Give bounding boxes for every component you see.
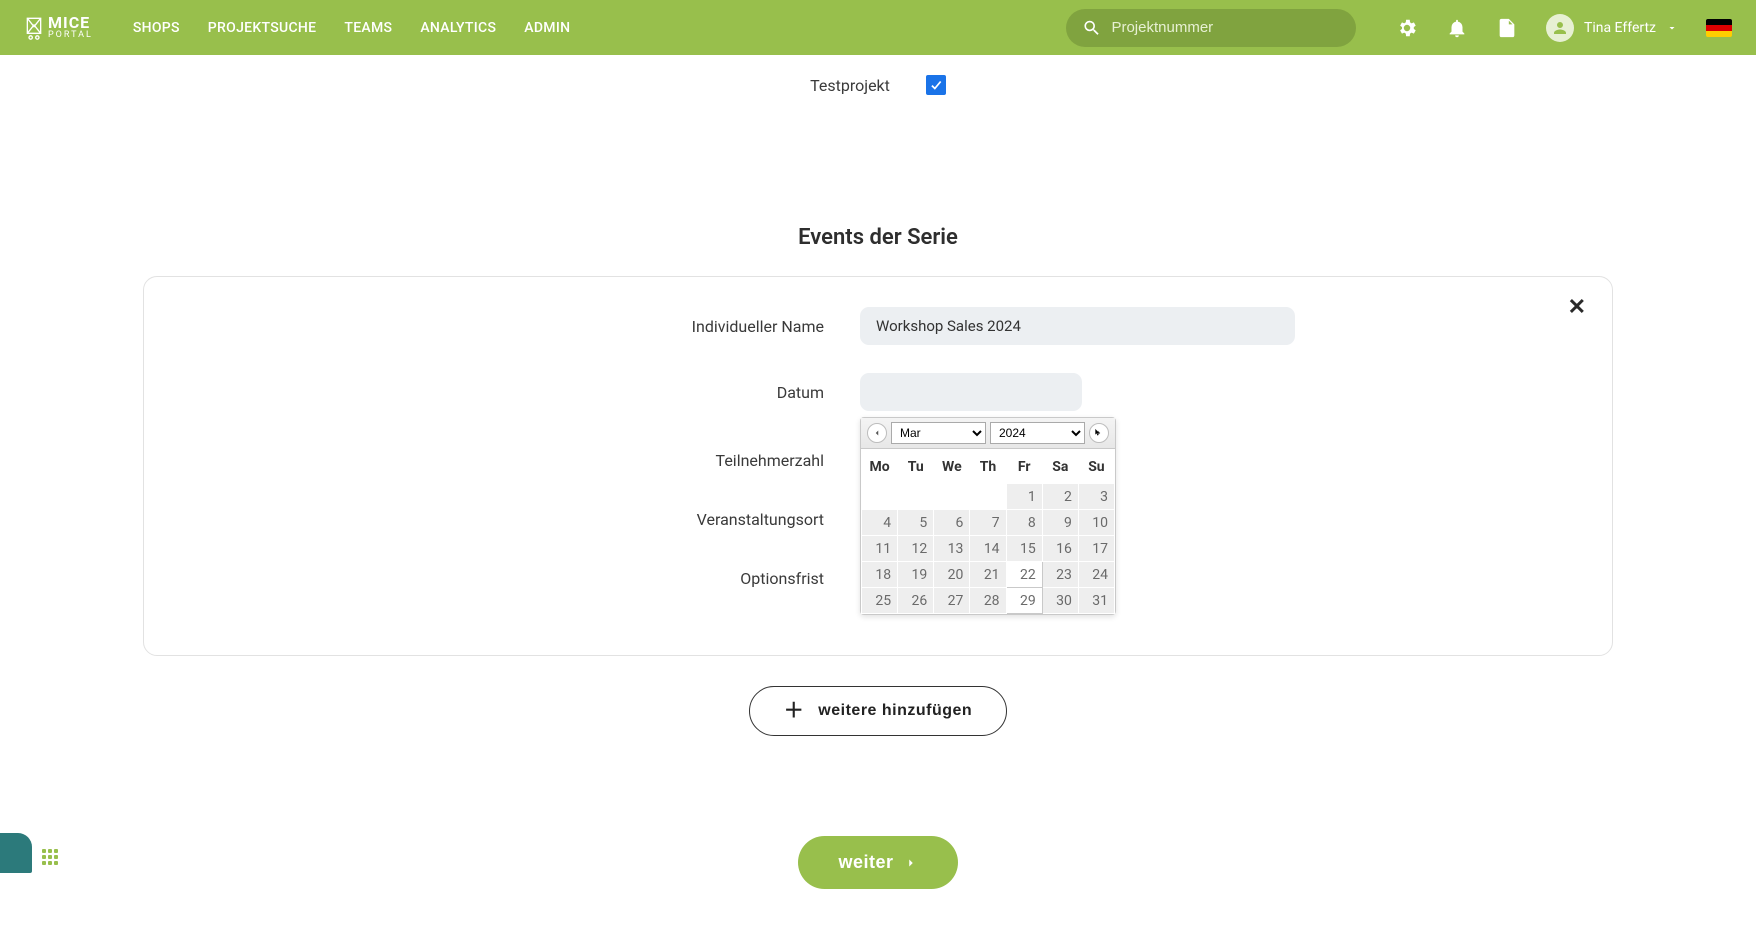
datepicker-day[interactable]: 8 [1006,510,1042,536]
user-name: Tina Effertz [1584,20,1656,36]
flag-de[interactable] [1706,19,1732,37]
add-more-button[interactable]: ＋ weitere hinzufügen [749,686,1007,736]
plus-icon: ＋ [784,701,805,721]
logo-text: MICE PORTAL [48,15,93,40]
datepicker-day[interactable]: 20 [934,562,970,588]
datepicker-day-header: Fr [1006,449,1042,484]
datepicker-day[interactable]: 4 [862,510,898,536]
datepicker-day[interactable]: 5 [898,510,934,536]
apps-grid-icon[interactable] [42,849,60,867]
datepicker-day[interactable]: 31 [1078,588,1114,614]
datepicker-day[interactable]: 15 [1006,536,1042,562]
datepicker-day[interactable]: 17 [1078,536,1114,562]
datepicker-day[interactable]: 16 [1042,536,1078,562]
datepicker-day[interactable]: 6 [934,510,970,536]
row-individueller-name: Individueller Name Workshop Sales 2024 [184,307,1572,345]
testprojekt-row: Testprojekt [0,75,1756,95]
logo-text-big: MICE [48,15,93,31]
header-icons: Tina Effertz [1396,14,1732,42]
row-datum: Datum Mar 2024 [184,373,1572,411]
datepicker-day[interactable]: 24 [1078,562,1114,588]
avatar-icon [1546,14,1574,42]
datepicker-day[interactable]: 22 [1006,562,1042,588]
datepicker-day-header: Tu [898,449,934,484]
datepicker-day-header: Su [1078,449,1114,484]
datepicker-day[interactable]: 23 [1042,562,1078,588]
datepicker-day[interactable]: 27 [934,588,970,614]
nav-projektsuche[interactable]: PROJEKTSUCHE [208,20,317,36]
datepicker-day[interactable]: 25 [862,588,898,614]
logo-icon [24,15,44,41]
testprojekt-label: Testprojekt [810,76,890,95]
document-icon[interactable] [1496,17,1518,39]
datepicker-day[interactable]: 11 [862,536,898,562]
next-label: weiter [838,852,893,873]
testprojekt-checkbox[interactable] [926,75,946,95]
datepicker-day[interactable]: 12 [898,536,934,562]
datepicker-day[interactable]: 10 [1078,510,1114,536]
datepicker-day[interactable]: 14 [970,536,1006,562]
label-teilnehmer: Teilnehmerzahl [184,451,824,470]
datepicker-day[interactable]: 3 [1078,484,1114,510]
logo-text-small: PORTAL [48,31,93,40]
datepicker-header: Mar 2024 [861,418,1115,449]
gear-icon[interactable] [1396,17,1418,39]
main-nav: SHOPS PROJEKTSUCHE TEAMS ANALYTICS ADMIN [133,20,571,36]
nav-analytics[interactable]: ANALYTICS [420,20,496,36]
datepicker-next[interactable] [1089,423,1109,443]
nav-admin[interactable]: ADMIN [524,20,570,36]
label-ort: Veranstaltungsort [184,510,824,529]
section-title: Events der Serie [0,225,1756,250]
bell-icon[interactable] [1446,17,1468,39]
input-name[interactable]: Workshop Sales 2024 [860,307,1295,345]
datepicker-month-select[interactable]: Mar [891,422,986,444]
datepicker-day[interactable]: 9 [1042,510,1078,536]
topbar: MICE PORTAL SHOPS PROJEKTSUCHE TEAMS ANA… [0,0,1756,55]
datepicker-day[interactable]: 7 [970,510,1006,536]
next-button[interactable]: weiter [798,836,957,889]
user-menu[interactable]: Tina Effertz [1546,14,1678,42]
nav-teams[interactable]: TEAMS [344,20,392,36]
datepicker-day-header: We [934,449,970,484]
datepicker-day[interactable]: 26 [898,588,934,614]
datepicker-day[interactable]: 29 [1006,588,1042,614]
add-more-label: weitere hinzufügen [818,702,972,720]
bottom-left-widgets [0,833,60,873]
datepicker-day[interactable]: 18 [862,562,898,588]
page-content: Testprojekt Events der Serie ✕ Individue… [0,55,1756,949]
datepicker-year-select[interactable]: 2024 [990,422,1085,444]
input-name-value: Workshop Sales 2024 [876,317,1021,335]
label-name: Individueller Name [184,317,824,336]
datepicker-day[interactable]: 1 [1006,484,1042,510]
datepicker-prev[interactable] [867,423,887,443]
search-icon [1082,17,1101,39]
datepicker-grid: MoTuWeThFrSaSu 1234567891011121314151617… [861,449,1115,614]
datepicker-day[interactable]: 2 [1042,484,1078,510]
datepicker-day[interactable]: 21 [970,562,1006,588]
logo[interactable]: MICE PORTAL [24,15,93,41]
label-option: Optionsfrist [184,569,824,588]
datepicker-day-header: Mo [862,449,898,484]
help-tab[interactable] [0,833,32,873]
datepicker-day[interactable]: 13 [934,536,970,562]
datepicker-day[interactable]: 19 [898,562,934,588]
datepicker-day[interactable]: 28 [970,588,1006,614]
chevron-down-icon [1666,22,1678,34]
input-datum[interactable] [860,373,1082,411]
datepicker-day-header: Th [970,449,1006,484]
datepicker: Mar 2024 MoTuWeThFrSaSu 1234567891011121… [860,417,1116,615]
label-datum: Datum [184,383,824,402]
datepicker-day-header: Sa [1042,449,1078,484]
datepicker-day[interactable]: 30 [1042,588,1078,614]
event-card: ✕ Individueller Name Workshop Sales 2024… [143,276,1613,656]
search-input[interactable] [1111,19,1340,36]
chevron-right-icon [904,856,918,870]
search-box[interactable] [1066,9,1356,47]
nav-shops[interactable]: SHOPS [133,20,180,36]
